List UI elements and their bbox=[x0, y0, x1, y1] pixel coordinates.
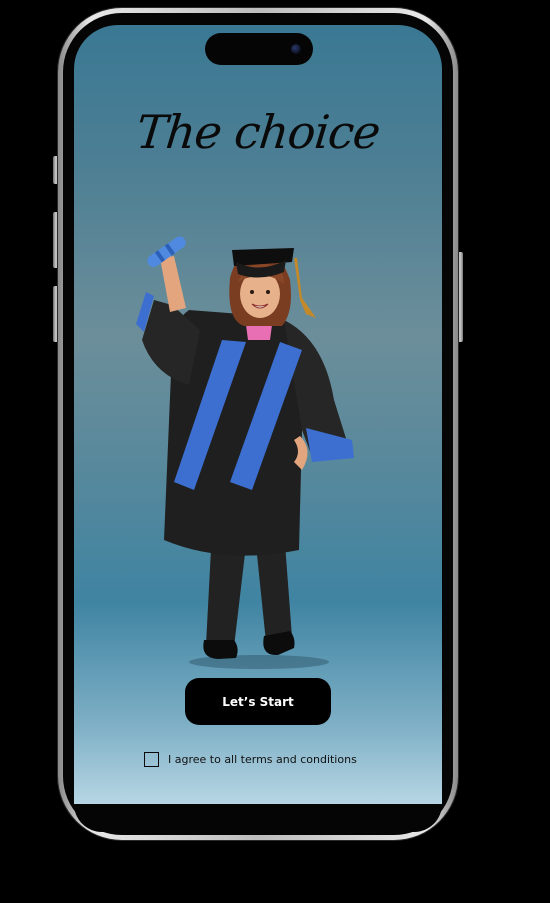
dynamic-island bbox=[205, 33, 313, 65]
cap-tassel bbox=[294, 258, 316, 318]
graduate-illustration bbox=[136, 236, 354, 669]
app-title: The choice bbox=[133, 105, 383, 159]
terms-agreement[interactable]: I agree to all terms and conditions bbox=[144, 749, 357, 769]
checkbox-icon[interactable] bbox=[144, 751, 159, 767]
front-camera-icon bbox=[291, 44, 301, 54]
left-shoe bbox=[203, 640, 238, 659]
left-eye bbox=[250, 290, 254, 294]
right-eye bbox=[266, 290, 270, 294]
lets-start-button[interactable]: Let’s Start bbox=[185, 678, 331, 725]
terms-label: I agree to all terms and conditions bbox=[168, 752, 357, 766]
app-screen: The choice Let’s Start I agree to all te… bbox=[74, 25, 442, 804]
device-stage: The choice Let’s Start I agree to all te… bbox=[0, 0, 550, 903]
bottom-bezel bbox=[74, 804, 442, 832]
